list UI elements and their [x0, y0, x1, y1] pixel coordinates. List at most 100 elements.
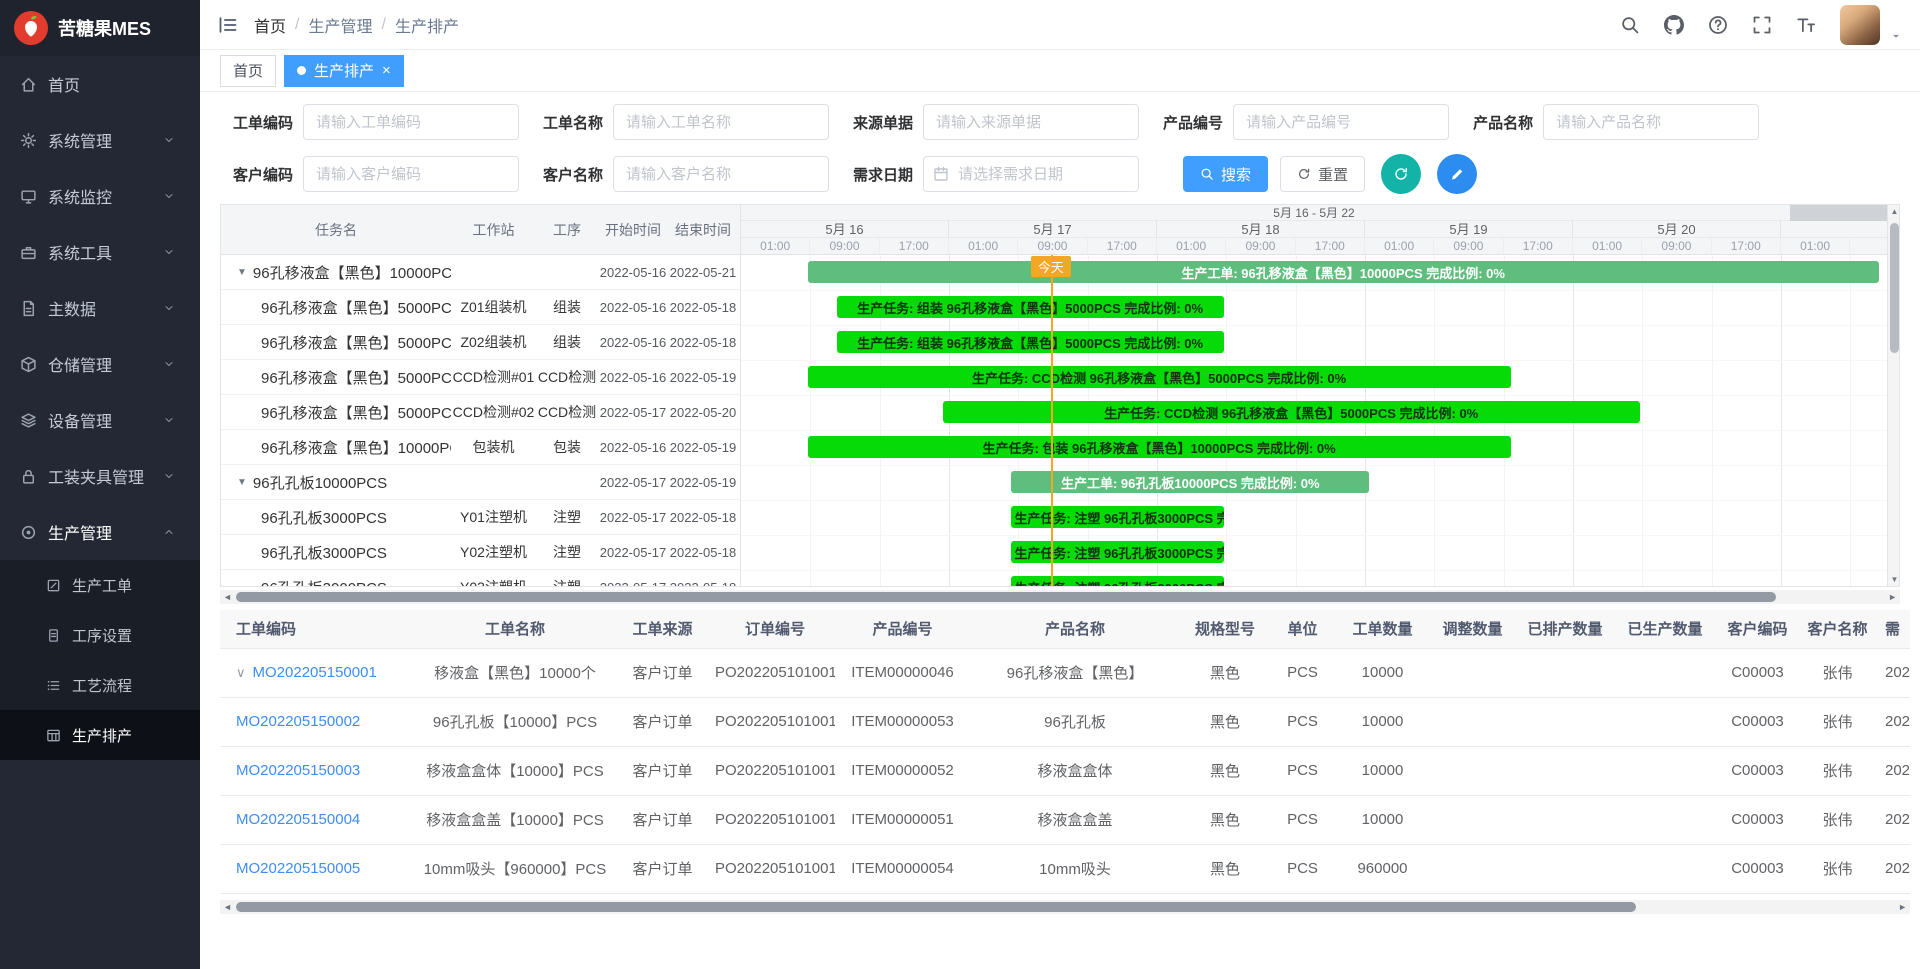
scroll-down-icon[interactable]: ▼: [1888, 575, 1900, 584]
github-icon[interactable]: [1664, 15, 1684, 35]
sidebar-item-1[interactable]: 首页: [0, 56, 200, 112]
order-cell: ITEM00000052: [835, 746, 970, 795]
filter-input-r1-4[interactable]: [1233, 104, 1449, 140]
gantt-task-name: 96孔孔板3000PCS: [221, 577, 451, 588]
gantt-task-row[interactable]: 96孔移液盒【黑色】5000PCSCCD检测#01CCD检测2022-05-16…: [221, 360, 740, 395]
reset-button[interactable]: 重置: [1280, 156, 1365, 192]
breadcrumb-item[interactable]: 首页: [254, 13, 286, 37]
filter-label: 客户编码: [233, 164, 293, 185]
search-icon[interactable]: [1620, 15, 1640, 35]
gantt-column-header: 任务名: [221, 220, 451, 240]
sidebar-toggle-icon[interactable]: [218, 15, 238, 35]
gantt-bar[interactable]: 生产任务: 包装 96孔移液盒【黑色】10000PCS 完成比例: 0%: [808, 436, 1511, 458]
orders-hscrollbar[interactable]: ◄ ►: [220, 900, 1910, 914]
breadcrumb-item[interactable]: 生产管理: [308, 13, 372, 37]
order-link[interactable]: MO202205150001: [253, 664, 377, 681]
gantt-hscroll-thumb[interactable]: [236, 592, 1776, 602]
tab-2[interactable]: 生产排产×: [284, 55, 404, 87]
gantt-bar[interactable]: 生产工单: 96孔孔板10000PCS 完成比例: 0%: [1011, 471, 1369, 493]
gantt-task-row[interactable]: ▼96孔孔板10000PCS2022-05-172022-05-19: [221, 465, 740, 500]
sidebar-item-4[interactable]: 系统工具: [0, 224, 200, 280]
sidebar-subitem-1[interactable]: 生产工单: [0, 560, 200, 610]
tab-1[interactable]: 首页: [220, 55, 276, 87]
table-row[interactable]: MO202205150004移液盒盒盖【10000】PCS客户订单PO20220…: [220, 795, 1910, 844]
row-expand-icon[interactable]: ∨: [236, 665, 246, 681]
scroll-up-icon[interactable]: ▲: [1888, 207, 1900, 216]
gantt-task-row[interactable]: 96孔移液盒【黑色】5000PCSZ02组装机组装2022-05-162022-…: [221, 325, 740, 360]
expand-triangle-icon[interactable]: ▼: [237, 267, 247, 278]
gantt-columns-header: 任务名工作站工序开始时间结束时间: [221, 205, 740, 255]
sidebar-subitem-4[interactable]: 生产排产: [0, 710, 200, 760]
table-row[interactable]: MO20220515000510mm吸头【960000】PCS客户订单PO202…: [220, 844, 1910, 893]
gantt-task-row[interactable]: 96孔孔板3000PCSY01注塑机注塑2022-05-172022-05-18: [221, 500, 740, 535]
expand-triangle-icon[interactable]: ▼: [237, 477, 247, 488]
sidebar-item-5[interactable]: 主数据: [0, 280, 200, 336]
sidebar-item-9[interactable]: 生产管理: [0, 504, 200, 560]
gantt-vscroll-thumb[interactable]: [1890, 223, 1899, 353]
filter-input-r1-3[interactable]: [923, 104, 1139, 140]
gantt-task-row[interactable]: 96孔孔板3000PCSY03注塑机注塑2022-05-172022-05-18: [221, 570, 740, 587]
gantt-bar[interactable]: 生产任务: CCD检测 96孔移液盒【黑色】5000PCS 完成比例: 0%: [808, 366, 1511, 388]
order-cell: 黑色: [1180, 648, 1270, 697]
table-row[interactable]: ∨MO202205150001移液盒【黑色】10000个客户订单PO202205…: [220, 648, 1910, 697]
scroll-right-icon[interactable]: ►: [1898, 900, 1907, 914]
order-link[interactable]: MO202205150003: [236, 762, 360, 779]
filter-input-r2-1[interactable]: [303, 156, 519, 192]
gantt-bar[interactable]: 生产任务: 注塑 96孔孔板3000PCS 完成: [1011, 576, 1223, 586]
sidebar-subitem-3[interactable]: 工艺流程: [0, 660, 200, 710]
sync-schedule-button[interactable]: [1381, 154, 1421, 194]
gantt-bar[interactable]: 生产任务: 组装 96孔移液盒【黑色】5000PCS 完成比例: 0%: [837, 296, 1224, 318]
gantt-task-row[interactable]: ▼96孔移液盒【黑色】10000PCS2022-05-162022-05-21: [221, 255, 740, 290]
filter-input-r1-2[interactable]: [613, 104, 829, 140]
order-link[interactable]: MO202205150005: [236, 860, 360, 877]
font-size-icon[interactable]: [1796, 15, 1816, 35]
sidebar-item-3[interactable]: 系统监控: [0, 168, 200, 224]
table-row[interactable]: MO202205150003移液盒盒体【10000】PCS客户订单PO20220…: [220, 746, 1910, 795]
orders-hscroll-thumb[interactable]: [236, 902, 1636, 912]
order-cell: [1615, 844, 1715, 893]
edit-schedule-button[interactable]: [1437, 154, 1477, 194]
sidebar-subitem-2[interactable]: 工序设置: [0, 610, 200, 660]
order-cell: C00003: [1715, 844, 1800, 893]
sidebar-item-8[interactable]: 工装夹具管理: [0, 448, 200, 504]
sidebar-item-2[interactable]: 系统管理: [0, 112, 200, 168]
gantt-bar[interactable]: 生产任务: CCD检测 96孔移液盒【黑色】5000PCS 完成比例: 0%: [943, 401, 1640, 423]
help-icon[interactable]: [1708, 15, 1728, 35]
scroll-left-icon[interactable]: ◄: [223, 900, 232, 914]
order-cell: 移液盒盒盖: [970, 795, 1180, 844]
order-link[interactable]: MO202205150004: [236, 811, 360, 828]
search-button[interactable]: 搜索: [1183, 156, 1268, 192]
filter-input-r2-3[interactable]: [923, 156, 1139, 192]
scroll-right-icon[interactable]: ►: [1888, 590, 1897, 604]
lock-icon: [20, 468, 37, 485]
gantt-bar[interactable]: 生产工单: 96孔移液盒【黑色】10000PCS 完成比例: 0%: [808, 261, 1879, 283]
fullscreen-icon[interactable]: [1752, 15, 1772, 35]
filter-input-r1-5[interactable]: [1543, 104, 1759, 140]
gantt-task-row[interactable]: 96孔移液盒【黑色】10000PCS包装机包装2022-05-162022-05…: [221, 430, 740, 465]
today-line: [1051, 255, 1053, 586]
filter-input-r2-2[interactable]: [613, 156, 829, 192]
gantt-bar[interactable]: 生产任务: 组装 96孔移液盒【黑色】5000PCS 完成比例: 0%: [837, 331, 1224, 353]
gantt-start-date: 2022-05-17: [598, 510, 668, 525]
order-cell: [1515, 746, 1615, 795]
gantt-hscrollbar[interactable]: ◄ ►: [220, 590, 1900, 604]
task-name-text: 96孔孔板3000PCS: [261, 542, 387, 563]
sidebar-item-6[interactable]: 仓储管理: [0, 336, 200, 392]
order-link[interactable]: MO202205150002: [236, 713, 360, 730]
caret-down-icon[interactable]: [1890, 30, 1902, 42]
gantt-task-row[interactable]: 96孔移液盒【黑色】5000PCSZ01组装机组装2022-05-162022-…: [221, 290, 740, 325]
orders-column-header: 工单名称: [420, 610, 610, 648]
table-row[interactable]: MO20220515000296孔孔板【10000】PCS客户订单PO20220…: [220, 697, 1910, 746]
gantt-vscrollbar[interactable]: ▲ ▼: [1887, 205, 1900, 586]
sidebar-item-7[interactable]: 设备管理: [0, 392, 200, 448]
gantt-bar[interactable]: 生产任务: 注塑 96孔孔板3000PCS 完成: [1011, 541, 1223, 563]
gantt-bar[interactable]: 生产任务: 注塑 96孔孔板3000PCS 完成: [1011, 506, 1223, 528]
tab-close-icon[interactable]: ×: [382, 62, 391, 79]
gantt-task-row[interactable]: 96孔孔板3000PCSY02注塑机注塑2022-05-172022-05-18: [221, 535, 740, 570]
filter-input-r1-1[interactable]: [303, 104, 519, 140]
gantt-task-table: 任务名工作站工序开始时间结束时间 ▼96孔移液盒【黑色】10000PCS2022…: [221, 205, 741, 586]
scroll-left-icon[interactable]: ◄: [223, 590, 232, 604]
gantt-task-row[interactable]: 96孔移液盒【黑色】5000PCSCCD检测#02CCD检测2022-05-17…: [221, 395, 740, 430]
avatar[interactable]: [1840, 5, 1880, 45]
gantt-timeline: 5月 16 - 5月 22 5月 165月 175月 185月 195月 20 …: [741, 205, 1887, 586]
